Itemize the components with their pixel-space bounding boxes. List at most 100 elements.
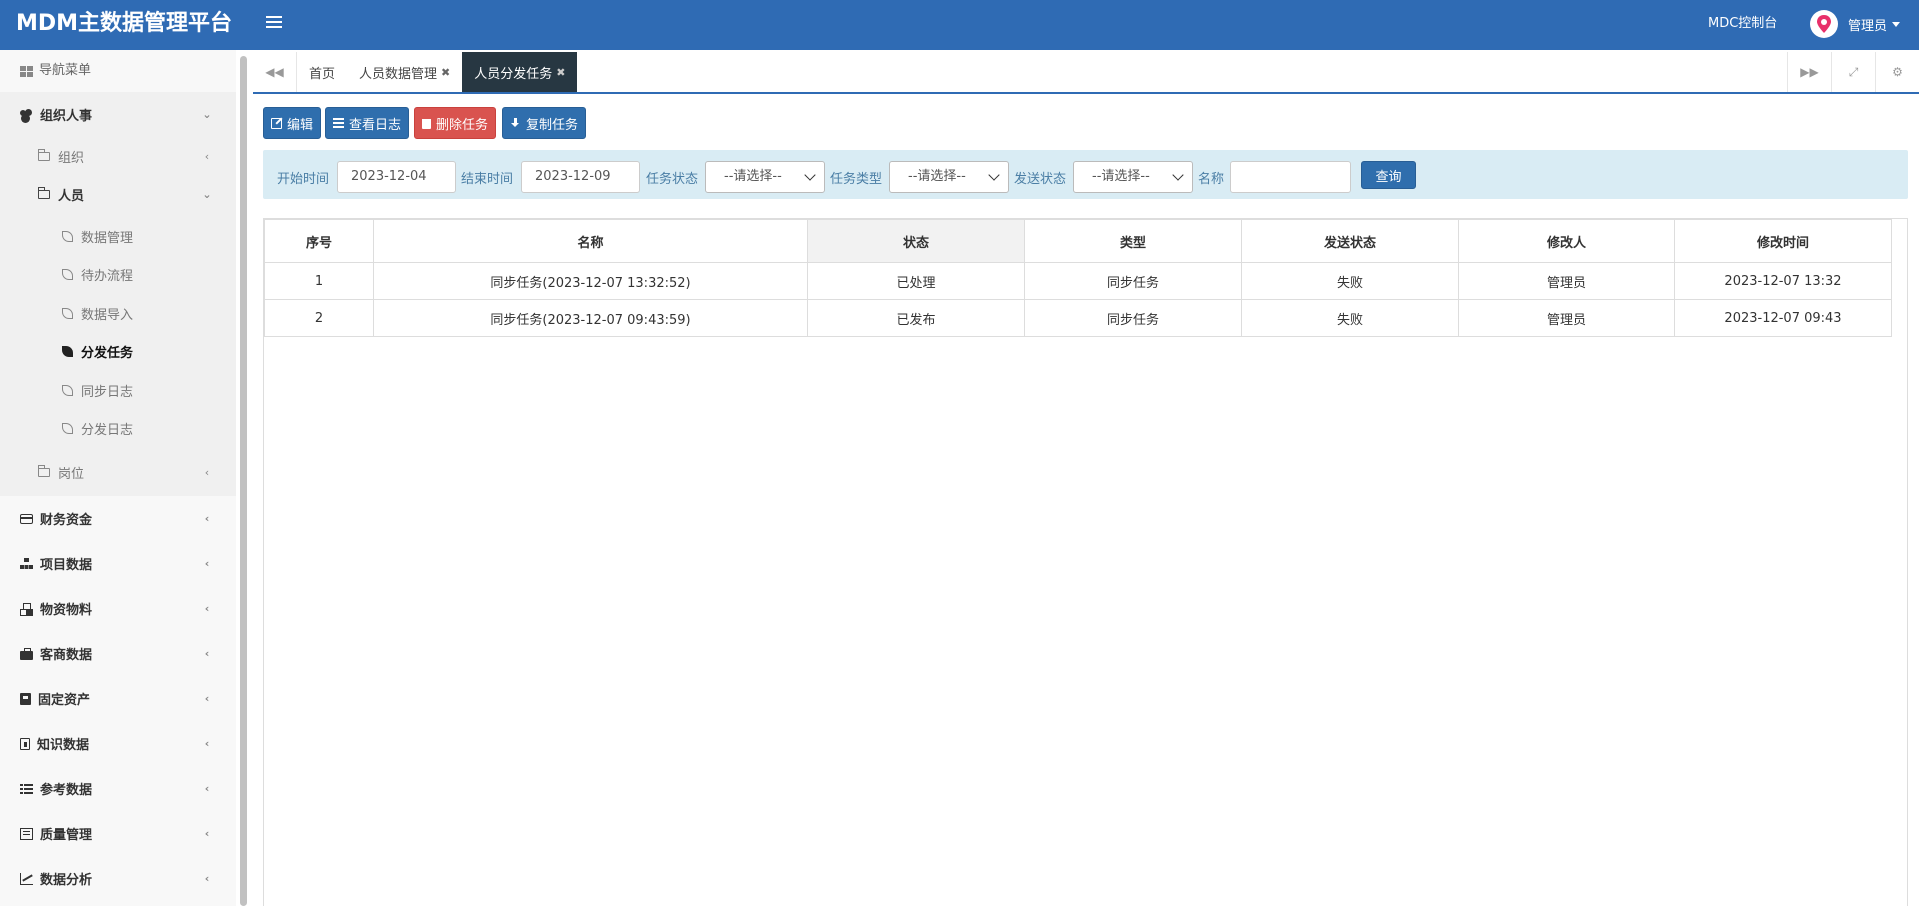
leaf-icon bbox=[62, 384, 73, 396]
send-status-label: 发送状态 bbox=[1014, 172, 1067, 187]
mdc-console-link[interactable]: MDC控制台 bbox=[1708, 0, 1777, 48]
cubes-icon bbox=[20, 602, 33, 616]
start-time-input[interactable]: 2023-12-04 bbox=[337, 161, 456, 193]
sidebar-title: 导航菜单 bbox=[0, 50, 236, 92]
tab-personnel-data-management[interactable]: 人员数据管理 ✖ bbox=[347, 52, 462, 92]
sidebar-item-reference[interactable]: 参考数据 ‹ bbox=[0, 766, 236, 811]
sidebar-scrollbar[interactable] bbox=[240, 56, 247, 906]
sidebar-item-finance[interactable]: 财务资金 ‹ bbox=[0, 496, 236, 541]
chevron-left-icon: ‹ bbox=[204, 827, 210, 840]
task-status-select[interactable]: --请选择-- bbox=[705, 161, 825, 193]
avatar bbox=[1810, 10, 1838, 38]
sidebar-group-org-hr: 组织人事 ⌄ 组织 ‹ 人员 ⌄ 数据管理 待办流程 数据导入 分发任务 同步日… bbox=[0, 92, 236, 496]
tab-home[interactable]: 首页 bbox=[297, 52, 347, 92]
tab-list: 首页 人员数据管理 ✖ 人员分发任务 ✖ bbox=[297, 52, 578, 92]
menu-toggle-icon[interactable] bbox=[266, 14, 282, 30]
task-type-select[interactable]: --请选择-- bbox=[889, 161, 1009, 193]
copy-task-button[interactable]: 复制任务 bbox=[502, 107, 587, 139]
fullscreen-icon[interactable]: ⤢ bbox=[1831, 52, 1875, 92]
sidebar-item-materials[interactable]: 物资物料 ‹ bbox=[0, 586, 236, 631]
sidebar-item-knowledge[interactable]: 知识数据 ‹ bbox=[0, 721, 236, 766]
chevron-down-icon bbox=[988, 169, 1000, 181]
chevron-left-icon: ‹ bbox=[204, 465, 210, 479]
sidebar-item-personnel[interactable]: 人员 ⌄ bbox=[0, 175, 236, 213]
table-row[interactable]: 2 同步任务(2023-12-07 09:43:59) 已发布 同步任务 失败 … bbox=[264, 299, 1892, 337]
sidebar-item-data-management[interactable]: 数据管理 bbox=[0, 217, 236, 256]
cell-modified-time: 2023-12-07 09:43 bbox=[1674, 299, 1892, 337]
leaf-icon bbox=[62, 230, 73, 242]
tab-scroll-right-icon[interactable]: ▶▶ bbox=[1787, 52, 1831, 92]
trash-icon bbox=[422, 119, 431, 129]
view-log-button[interactable]: 查看日志 bbox=[325, 107, 410, 139]
download-icon bbox=[510, 117, 521, 129]
chevron-left-icon: ‹ bbox=[204, 872, 210, 885]
tab-scroll-left-icon[interactable]: ◀◀ bbox=[253, 52, 297, 92]
user-menu[interactable]: 管理员 bbox=[1810, 9, 1901, 39]
chevron-left-icon: ‹ bbox=[204, 782, 210, 795]
cell-status: 已发布 bbox=[807, 299, 1025, 337]
chevron-left-icon: ‹ bbox=[204, 557, 210, 570]
column-header-index[interactable]: 序号 bbox=[264, 219, 374, 263]
start-time-label: 开始时间 bbox=[277, 172, 330, 187]
name-input[interactable] bbox=[1230, 161, 1351, 193]
query-button[interactable]: 查询 bbox=[1361, 161, 1416, 189]
sidebar-item-sync-log[interactable]: 同步日志 bbox=[0, 371, 236, 410]
end-time-input[interactable]: 2023-12-09 bbox=[521, 161, 640, 193]
close-icon[interactable]: ✖ bbox=[441, 66, 450, 79]
tab-personnel-distribute-task[interactable]: 人员分发任务 ✖ bbox=[462, 52, 578, 92]
gear-icon[interactable]: ⚙ bbox=[1875, 52, 1919, 92]
sidebar-item-org[interactable]: 组织 ‹ bbox=[0, 137, 236, 175]
column-header-status[interactable]: 状态 bbox=[807, 219, 1025, 263]
edit-button[interactable]: 编辑 bbox=[263, 107, 322, 139]
map-pin-icon bbox=[1817, 15, 1831, 33]
credit-card-icon bbox=[20, 513, 33, 524]
cell-modified-time: 2023-12-07 13:32 bbox=[1674, 262, 1892, 300]
top-header: MDM主数据管理平台 MDC控制台 管理员 bbox=[0, 0, 1919, 50]
sidebar-item-analytics[interactable]: 数据分析 ‹ bbox=[0, 856, 236, 901]
leaf-icon bbox=[62, 346, 73, 358]
app-brand[interactable]: MDM主数据管理平台 bbox=[16, 0, 232, 50]
close-icon[interactable]: ✖ bbox=[556, 66, 565, 79]
user-name: 管理员 bbox=[1848, 18, 1888, 34]
task-type-label: 任务类型 bbox=[830, 172, 883, 187]
sidebar-item-org-hr[interactable]: 组织人事 ⌄ bbox=[0, 92, 236, 137]
sidebar-item-quality[interactable]: 质量管理 ‹ bbox=[0, 811, 236, 856]
send-status-select[interactable]: --请选择-- bbox=[1073, 161, 1193, 193]
cell-type: 同步任务 bbox=[1024, 299, 1242, 337]
table-row[interactable]: 1 同步任务(2023-12-07 13:32:52) 已处理 同步任务 失败 … bbox=[264, 262, 1892, 300]
sidebar-item-fixed-assets[interactable]: 固定资产 ‹ bbox=[0, 676, 236, 721]
list-icon bbox=[20, 783, 33, 795]
sidebar-item-pending-process[interactable]: 待办流程 bbox=[0, 256, 236, 295]
th-list-icon bbox=[333, 117, 344, 129]
sidebar-item-distribute-log[interactable]: 分发日志 bbox=[0, 410, 236, 449]
line-chart-icon bbox=[20, 872, 33, 885]
column-header-modified-time[interactable]: 修改时间 bbox=[1674, 219, 1892, 263]
chevron-left-icon: ‹ bbox=[204, 149, 210, 163]
sidebar-item-position[interactable]: 岗位 ‹ bbox=[0, 448, 236, 496]
sidebar-item-project[interactable]: 项目数据 ‹ bbox=[0, 541, 236, 586]
cell-send-status: 失败 bbox=[1241, 299, 1459, 337]
delete-task-button[interactable]: 删除任务 bbox=[414, 107, 497, 139]
column-header-name[interactable]: 名称 bbox=[373, 219, 808, 263]
chevron-left-icon: ‹ bbox=[204, 602, 210, 615]
chevron-down-icon: ⌄ bbox=[202, 108, 212, 121]
folder-open-icon bbox=[38, 186, 50, 199]
sidebar-item-data-import[interactable]: 数据导入 bbox=[0, 294, 236, 333]
chevron-left-icon: ‹ bbox=[204, 692, 210, 705]
sitemap-icon bbox=[20, 557, 33, 570]
table-header-row: 序号 名称 状态 类型 发送状态 修改人 修改时间 bbox=[264, 219, 1892, 263]
chevron-down-icon bbox=[804, 169, 816, 181]
cell-name: 同步任务(2023-12-07 09:43:59) bbox=[373, 299, 808, 337]
cell-status: 已处理 bbox=[807, 262, 1025, 300]
sidebar-item-customers[interactable]: 客商数据 ‹ bbox=[0, 631, 236, 676]
column-header-send-status[interactable]: 发送状态 bbox=[1241, 219, 1459, 263]
column-header-modifier[interactable]: 修改人 bbox=[1458, 219, 1675, 263]
cell-index: 1 bbox=[264, 262, 374, 300]
caret-down-icon bbox=[1892, 21, 1901, 27]
chevron-down-icon bbox=[1172, 169, 1184, 181]
column-header-type[interactable]: 类型 bbox=[1024, 219, 1242, 263]
end-time-label: 结束时间 bbox=[461, 172, 514, 187]
sidebar-item-distribute-task[interactable]: 分发任务 bbox=[0, 333, 236, 372]
briefcase-icon bbox=[20, 648, 33, 660]
task-table-container: 序号 名称 状态 类型 发送状态 修改人 修改时间 1 同步任务(2023-12… bbox=[263, 218, 1908, 906]
